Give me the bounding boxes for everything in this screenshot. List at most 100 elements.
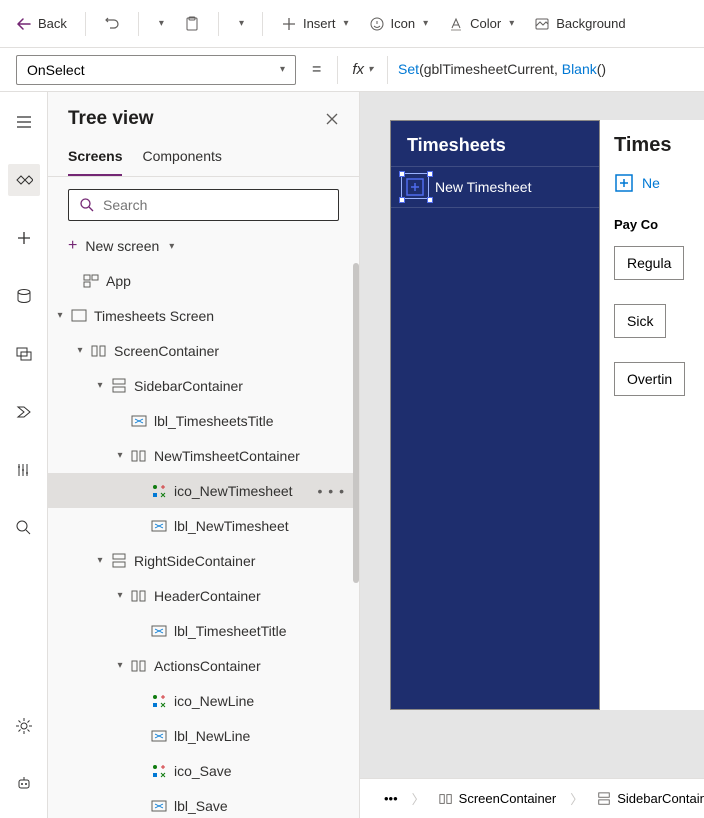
- property-selector[interactable]: OnSelect ▾: [16, 55, 296, 85]
- preview-overtime-button[interactable]: Overtin: [614, 362, 685, 396]
- data-button[interactable]: [8, 280, 40, 312]
- close-button[interactable]: [325, 112, 339, 126]
- tab-components[interactable]: Components: [142, 142, 221, 176]
- tree-node-screen-container[interactable]: ▾ ScreenContainer: [48, 333, 359, 368]
- background-label: Background: [556, 16, 625, 31]
- variables-button[interactable]: [8, 454, 40, 486]
- preview-right-panel[interactable]: Times Ne Pay Co Regula Sick Overtin: [600, 120, 704, 710]
- undo-button[interactable]: [96, 10, 128, 38]
- vcontainer-icon: [597, 792, 611, 806]
- tree-node-ico-save[interactable]: ico_Save: [48, 753, 359, 788]
- search-icon: [79, 197, 95, 213]
- separator: [218, 12, 219, 36]
- tree-node-lbl-new-timesheet[interactable]: lbl_NewTimesheet: [48, 508, 359, 543]
- insert-rail-button[interactable]: [8, 222, 40, 254]
- tree-title: Tree view: [68, 108, 154, 130]
- app-preview[interactable]: Timesheets New Timesheet Times: [390, 120, 704, 710]
- preview-sick-button[interactable]: Sick: [614, 304, 666, 338]
- media-button[interactable]: [8, 338, 40, 370]
- paste-dropdown[interactable]: ▾: [229, 12, 252, 35]
- label-icon: [150, 517, 168, 535]
- tree-node-lbl-timesheets-title[interactable]: lbl_TimesheetsTitle: [48, 403, 359, 438]
- tree-node-sidebar-container[interactable]: ▾ SidebarContainer: [48, 368, 359, 403]
- back-button[interactable]: Back: [8, 10, 75, 38]
- label-icon: [150, 727, 168, 745]
- smiley-icon: [369, 16, 385, 32]
- paste-button[interactable]: [176, 10, 208, 38]
- preview-right-title: Times: [614, 134, 704, 157]
- chevron-down-icon: ▾: [280, 64, 285, 75]
- screen-icon: [70, 307, 88, 325]
- tree-node-right-side-container[interactable]: ▾ RightSideContainer: [48, 543, 359, 578]
- tree-node-lbl-save[interactable]: lbl_Save: [48, 788, 359, 818]
- preview-new-line[interactable]: Ne: [614, 173, 704, 193]
- preview-sidebar-title: Timesheets: [391, 121, 599, 166]
- preview-paycode-label: Pay Co: [614, 217, 704, 232]
- chevron-down-icon: ▾: [112, 590, 128, 601]
- chevron-right-icon: 〉: [570, 789, 583, 808]
- tree-node-actions-container[interactable]: ▾ ActionsContainer: [48, 648, 359, 683]
- preview-new-timesheet-row[interactable]: New Timesheet: [391, 167, 599, 207]
- tree-node-header-container[interactable]: ▾ HeaderContainer: [48, 578, 359, 613]
- separator: [387, 56, 388, 84]
- tree-node-app[interactable]: App: [48, 263, 359, 298]
- vcontainer-icon: [110, 552, 128, 570]
- icon-control-icon: [150, 692, 168, 710]
- preview-regular-button[interactable]: Regula: [614, 246, 684, 280]
- tree-node-lbl-new-line[interactable]: lbl_NewLine: [48, 718, 359, 753]
- arrow-left-icon: [16, 16, 32, 32]
- breadcrumb-sidebar-container[interactable]: SidebarContainer: [587, 787, 704, 810]
- breadcrumb-screen-container[interactable]: ScreenContainer: [429, 787, 567, 810]
- tree-view-button[interactable]: [8, 164, 40, 196]
- color-button[interactable]: Color ▾: [440, 10, 522, 38]
- hamburger-button[interactable]: [8, 106, 40, 138]
- chevron-down-icon: ▾: [509, 18, 514, 29]
- search-button[interactable]: [8, 512, 40, 544]
- preview-sidebar[interactable]: Timesheets New Timesheet: [390, 120, 600, 710]
- copilot-button[interactable]: [8, 768, 40, 800]
- chevron-down-icon: ▾: [92, 555, 108, 566]
- canvas[interactable]: Timesheets New Timesheet Times: [360, 92, 704, 818]
- color-icon: [448, 16, 464, 32]
- breadcrumb-more[interactable]: •••: [374, 787, 408, 810]
- icon-label: Icon: [391, 16, 416, 31]
- property-value: OnSelect: [27, 62, 85, 78]
- search-field[interactable]: [103, 197, 328, 213]
- insert-button[interactable]: Insert ▾: [273, 10, 357, 38]
- tree-node-ico-new-line[interactable]: ico_NewLine: [48, 683, 359, 718]
- more-icon[interactable]: • • •: [318, 483, 351, 499]
- plus-icon: +: [68, 237, 77, 255]
- chevron-down-icon: ▾: [169, 241, 174, 252]
- formula-input[interactable]: Set(gblTimesheetCurrent, Blank(): [398, 61, 606, 78]
- background-button[interactable]: Background: [526, 10, 633, 38]
- flows-button[interactable]: [8, 396, 40, 428]
- new-screen-button[interactable]: + New screen ▾: [48, 229, 359, 263]
- hcontainer-icon: [130, 587, 148, 605]
- tree-node-ico-new-timesheet[interactable]: ico_NewTimesheet • • •: [48, 473, 359, 508]
- tree-node-lbl-timesheet-title[interactable]: lbl_TimesheetTitle: [48, 613, 359, 648]
- scrollbar[interactable]: [353, 263, 359, 583]
- label-icon: [150, 797, 168, 815]
- tab-screens[interactable]: Screens: [68, 142, 122, 176]
- tree-node-new-timesheet-container[interactable]: ▾ NewTimsheetContainer: [48, 438, 359, 473]
- search-input[interactable]: [68, 189, 339, 221]
- undo-dropdown[interactable]: ▾: [149, 12, 172, 35]
- hcontainer-icon: [130, 657, 148, 675]
- selection-handle[interactable]: [427, 197, 433, 203]
- settings-button[interactable]: [8, 710, 40, 742]
- tree-node-timesheets-screen[interactable]: ▾ Timesheets Screen: [48, 298, 359, 333]
- icon-button[interactable]: Icon ▾: [361, 10, 437, 38]
- main-area: Tree view Screens Components + New scree…: [0, 92, 704, 818]
- app-icon: [82, 272, 100, 290]
- formula-bar: OnSelect ▾ = fx ▾ Set(gblTimesheetCurren…: [0, 48, 704, 92]
- chevron-down-icon: ▾: [52, 310, 68, 321]
- breadcrumb: ••• 〉 ScreenContainer 〉 SidebarContainer: [360, 778, 704, 818]
- selection-handle[interactable]: [427, 171, 433, 177]
- hcontainer-icon: [130, 447, 148, 465]
- fx-label[interactable]: fx ▾: [348, 61, 377, 78]
- tree-body: App ▾ Timesheets Screen ▾ ScreenContaine…: [48, 263, 359, 818]
- selection-handle[interactable]: [399, 197, 405, 203]
- label-icon: [150, 622, 168, 640]
- color-label: Color: [470, 16, 501, 31]
- equals-label: =: [306, 61, 327, 79]
